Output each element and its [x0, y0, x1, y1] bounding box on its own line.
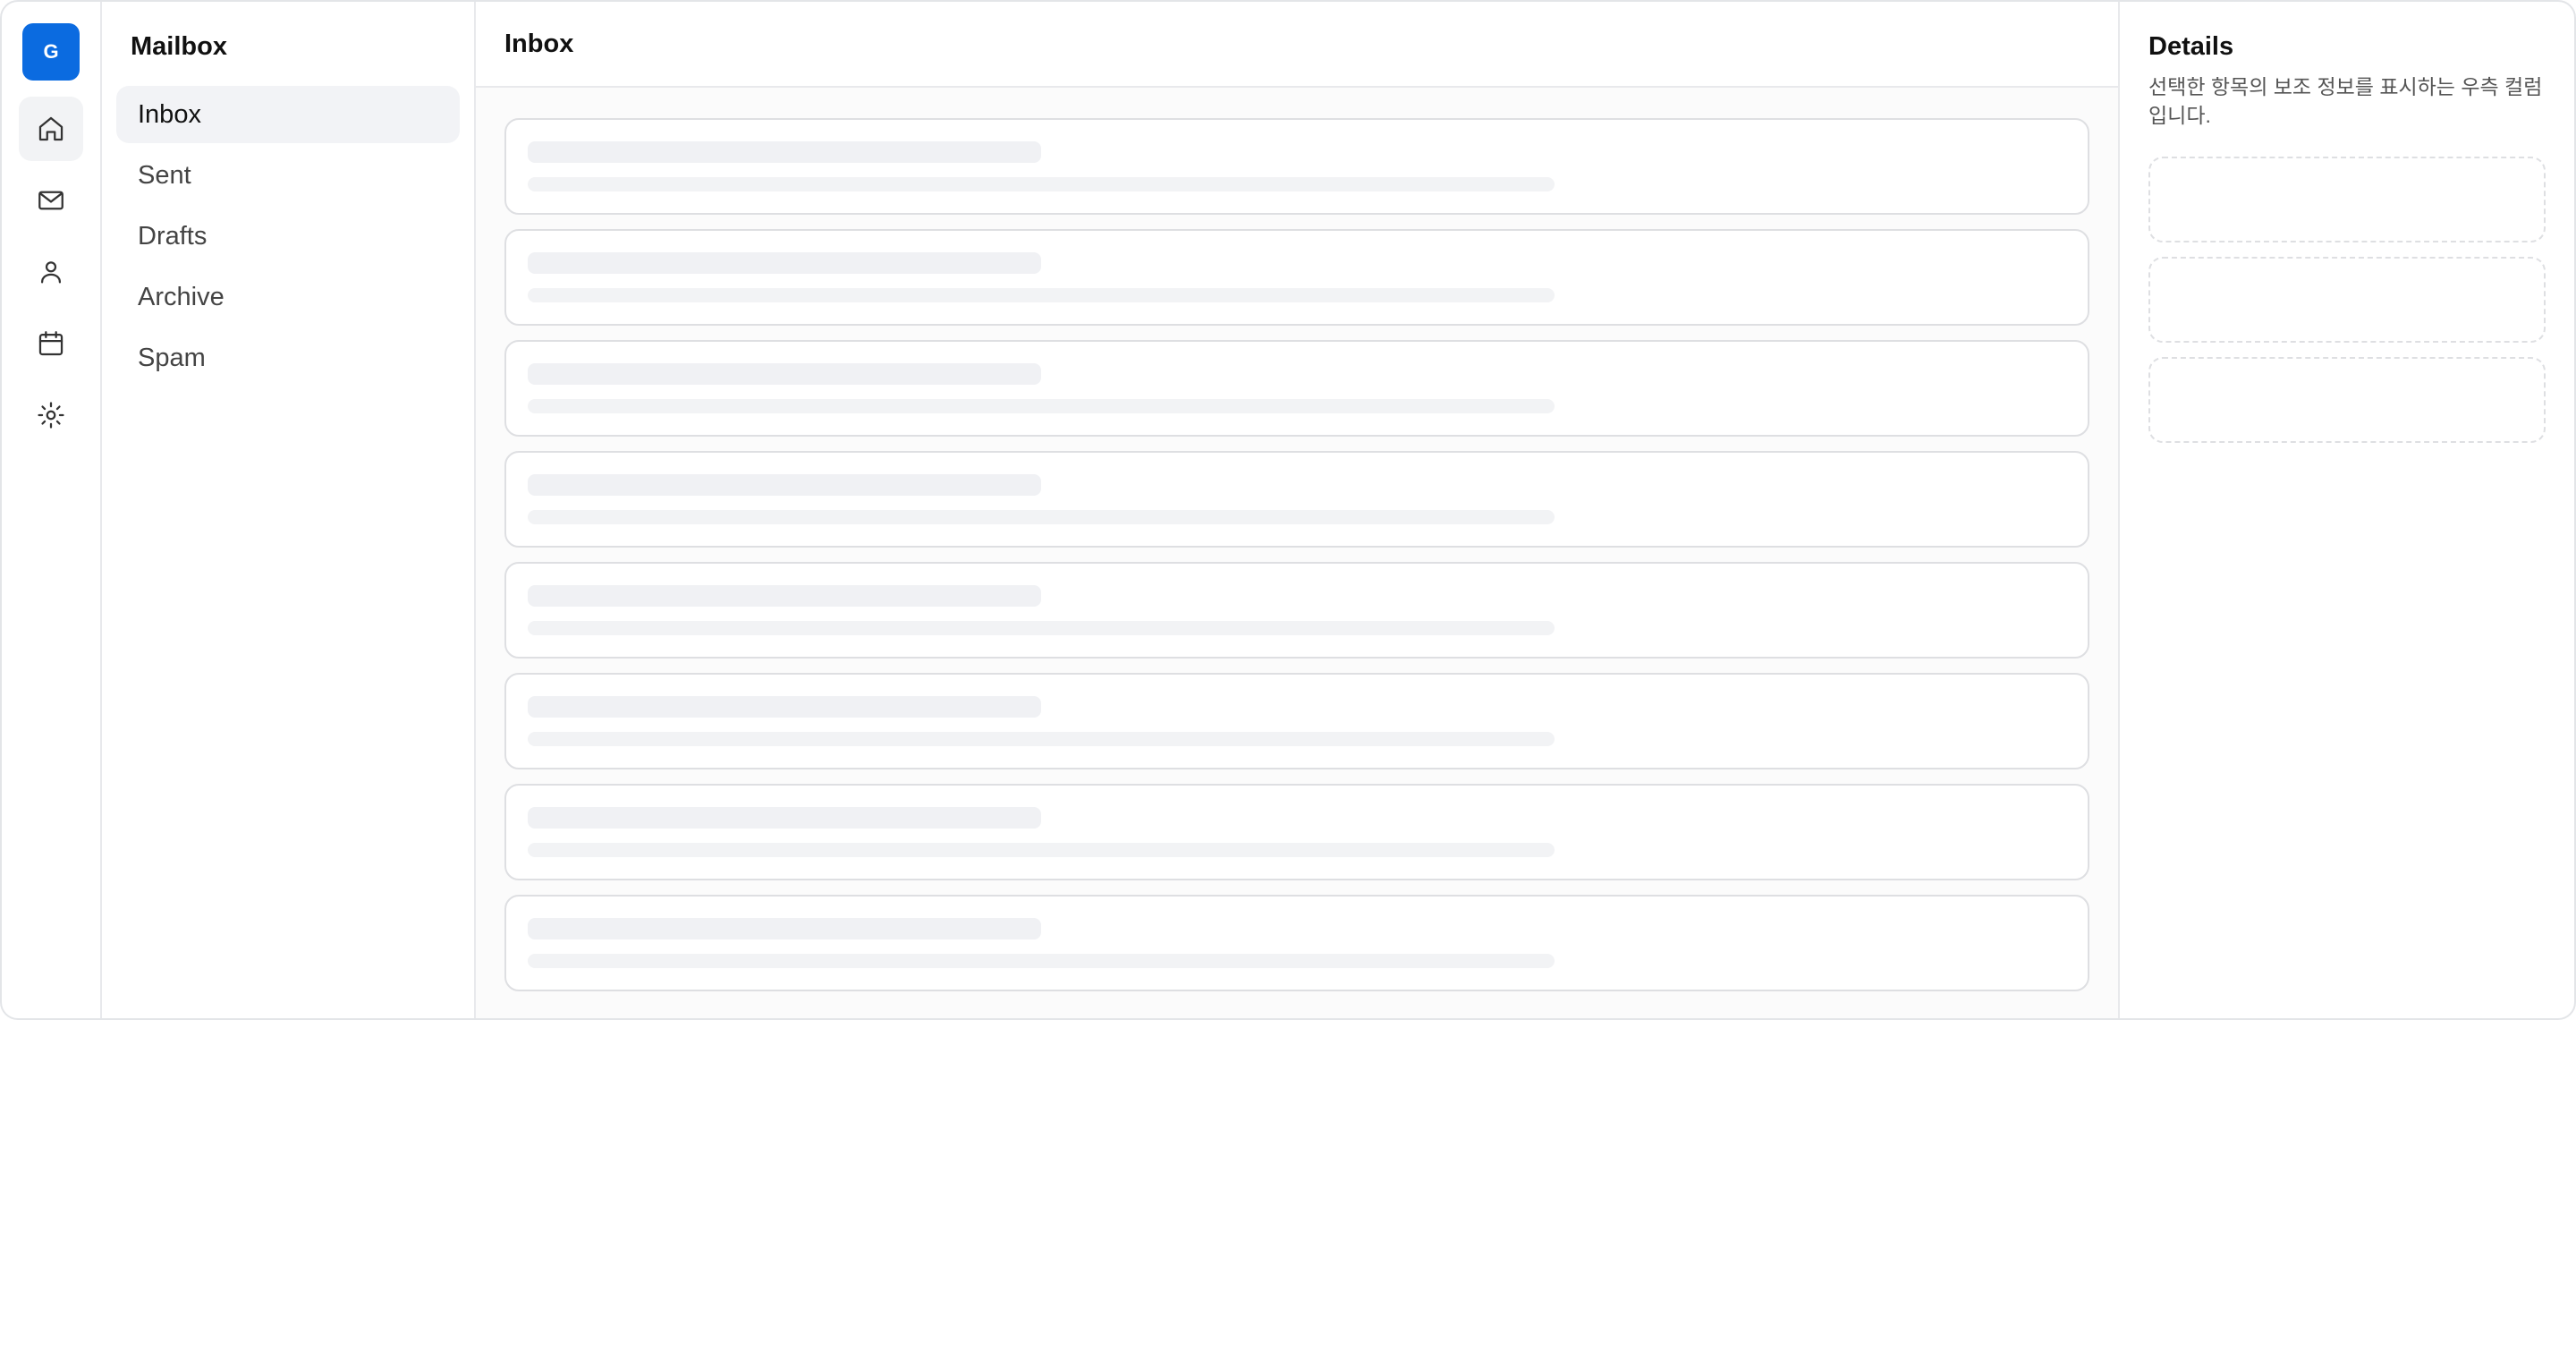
skeleton-title-line	[528, 141, 1041, 163]
message-list-pane: Inbox	[476, 2, 2120, 1018]
details-placeholder	[2148, 257, 2546, 343]
user-icon	[40, 261, 62, 284]
sidebar-item-drafts[interactable]: Drafts	[116, 208, 460, 265]
calendar-icon	[38, 331, 64, 356]
page-title: Inbox	[476, 2, 2118, 88]
rail-home-button[interactable]	[19, 97, 83, 161]
sidebar-item-sent[interactable]: Sent	[116, 147, 460, 204]
avatar[interactable]: G	[22, 23, 80, 81]
details-placeholder	[2148, 357, 2546, 443]
sidebar-title: Mailbox	[131, 32, 227, 61]
details-placeholder-list	[2148, 157, 2546, 443]
skeleton-body-line	[528, 732, 1555, 746]
list-item-skeleton	[504, 784, 2089, 880]
skeleton-body-line	[528, 510, 1555, 524]
skeleton-title-line	[528, 585, 1041, 607]
skeleton-body-line	[528, 177, 1555, 191]
skeleton-body-line	[528, 954, 1555, 968]
details-description: 선택한 항목의 보조 정보를 표시하는 우측 컬럼입니다.	[2148, 75, 2543, 127]
rail-settings-button[interactable]	[19, 383, 83, 447]
app-window: G Mailbox Inbox Sent Drafts Archive Spam…	[0, 0, 2576, 1020]
skeleton-body-line	[528, 288, 1555, 302]
skeleton-title-line	[528, 474, 1041, 496]
home-icon	[38, 116, 64, 141]
list-item-skeleton	[504, 118, 2089, 215]
icon-rail: G	[2, 2, 102, 1018]
list-item-skeleton	[504, 229, 2089, 326]
folder-sidebar: Mailbox Inbox Sent Drafts Archive Spam	[102, 2, 476, 1018]
skeleton-title-line	[528, 807, 1041, 829]
skeleton-body-line	[528, 621, 1555, 635]
list-item-skeleton	[504, 340, 2089, 437]
sidebar-item-spam[interactable]: Spam	[116, 329, 460, 387]
list-item-skeleton	[504, 895, 2089, 991]
sidebar-item-inbox[interactable]: Inbox	[116, 86, 460, 143]
skeleton-body-line	[528, 843, 1555, 857]
details-placeholder	[2148, 157, 2546, 242]
list-item-skeleton	[504, 562, 2089, 659]
mail-icon	[38, 191, 64, 210]
list-item-skeleton	[504, 451, 2089, 548]
message-list	[476, 88, 2118, 1006]
rail-calendar-button[interactable]	[19, 311, 83, 376]
rail-mail-button[interactable]	[19, 168, 83, 233]
skeleton-body-line	[528, 399, 1555, 413]
skeleton-title-line	[528, 696, 1041, 718]
skeleton-title-line	[528, 252, 1041, 274]
settings-icon	[38, 402, 64, 429]
details-pane: Details 선택한 항목의 보조 정보를 표시하는 우측 컬럼입니다.	[2120, 2, 2574, 1018]
skeleton-title-line	[528, 918, 1041, 939]
list-item-skeleton	[504, 673, 2089, 769]
skeleton-title-line	[528, 363, 1041, 385]
rail-contacts-button[interactable]	[19, 240, 83, 304]
sidebar-item-archive[interactable]: Archive	[116, 268, 460, 326]
details-title: Details	[2148, 32, 2234, 61]
